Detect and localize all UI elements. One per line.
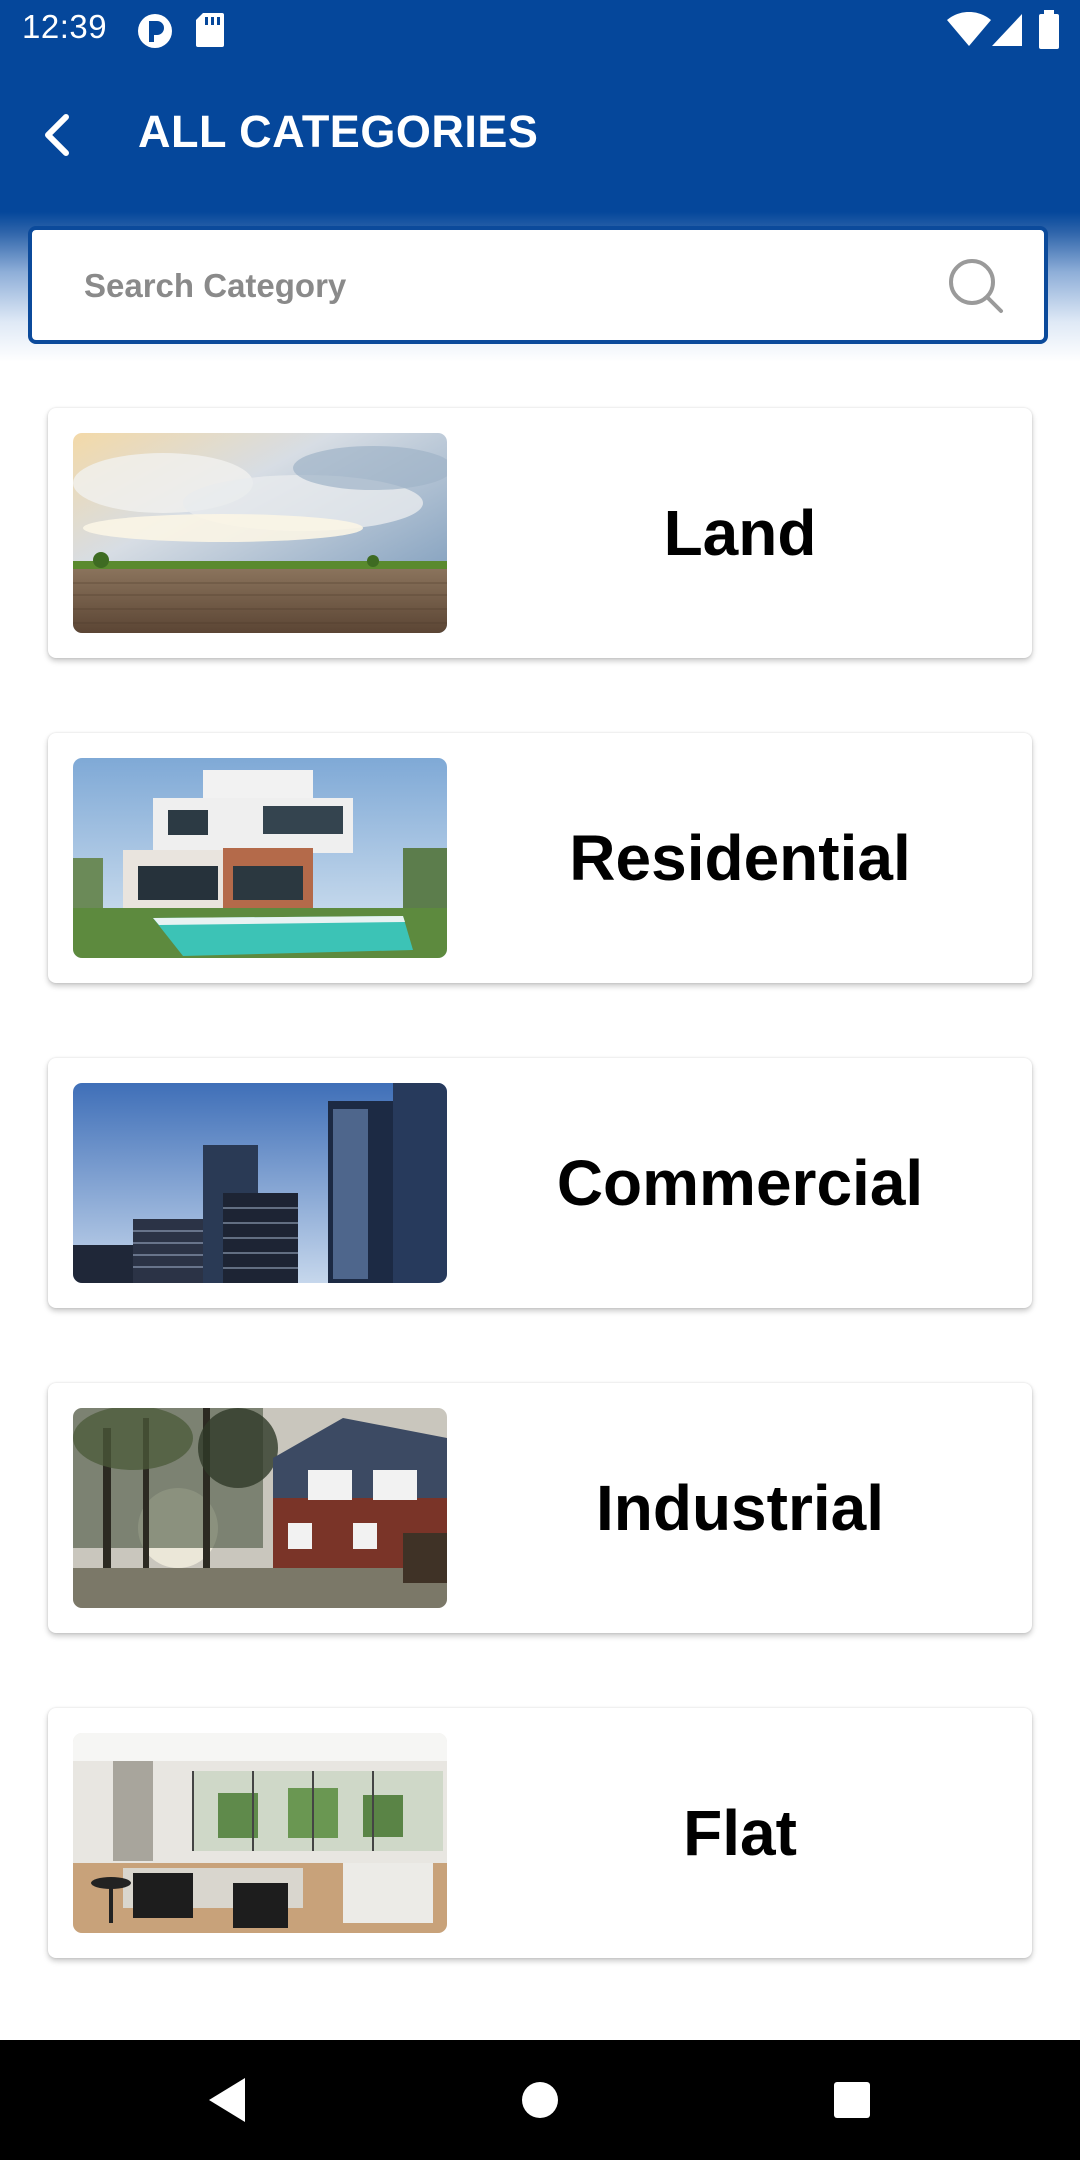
- recents-square-icon[interactable]: [820, 2068, 884, 2132]
- category-card-flat[interactable]: Flat: [48, 1708, 1032, 1958]
- chevron-left-icon: [40, 113, 76, 162]
- category-card-residential[interactable]: Residential: [48, 733, 1032, 983]
- status-time: 12:39: [22, 8, 108, 45]
- category-label: Land: [663, 497, 817, 569]
- battery-icon: [1038, 10, 1060, 55]
- system-nav-bar: [0, 2040, 1080, 2160]
- status-bar: 12:39: [0, 0, 1080, 62]
- cell-signal-icon: [990, 12, 1024, 53]
- tracker-icon: [136, 12, 174, 55]
- living-room-photo: [73, 1733, 447, 1933]
- skyscrapers-photo: [73, 1083, 447, 1283]
- category-card-industrial[interactable]: Industrial: [48, 1383, 1032, 1633]
- category-label: Industrial: [595, 1472, 885, 1544]
- category-label: Commercial: [556, 1147, 924, 1219]
- category-card-land[interactable]: Land: [48, 408, 1032, 658]
- sd-card-icon: [195, 12, 225, 53]
- back-triangle-icon[interactable]: [195, 2068, 259, 2132]
- category-label: Residential: [569, 822, 911, 894]
- home-circle-icon[interactable]: [508, 2068, 572, 2132]
- wifi-icon: [946, 11, 992, 53]
- category-card-commercial[interactable]: Commercial: [48, 1058, 1032, 1308]
- page-title: ALL CATEGORIES: [138, 106, 539, 157]
- brick-house-photo: [73, 1408, 447, 1608]
- search-icon[interactable]: [946, 256, 1006, 316]
- back-button[interactable]: [28, 107, 88, 167]
- category-label: Flat: [683, 1797, 797, 1869]
- app-bar: ALL CATEGORIES: [0, 62, 1080, 212]
- search-input[interactable]: [82, 254, 906, 318]
- search-bar[interactable]: [28, 226, 1048, 344]
- modern-villa-photo: [73, 758, 447, 958]
- farmland-photo: [73, 433, 447, 633]
